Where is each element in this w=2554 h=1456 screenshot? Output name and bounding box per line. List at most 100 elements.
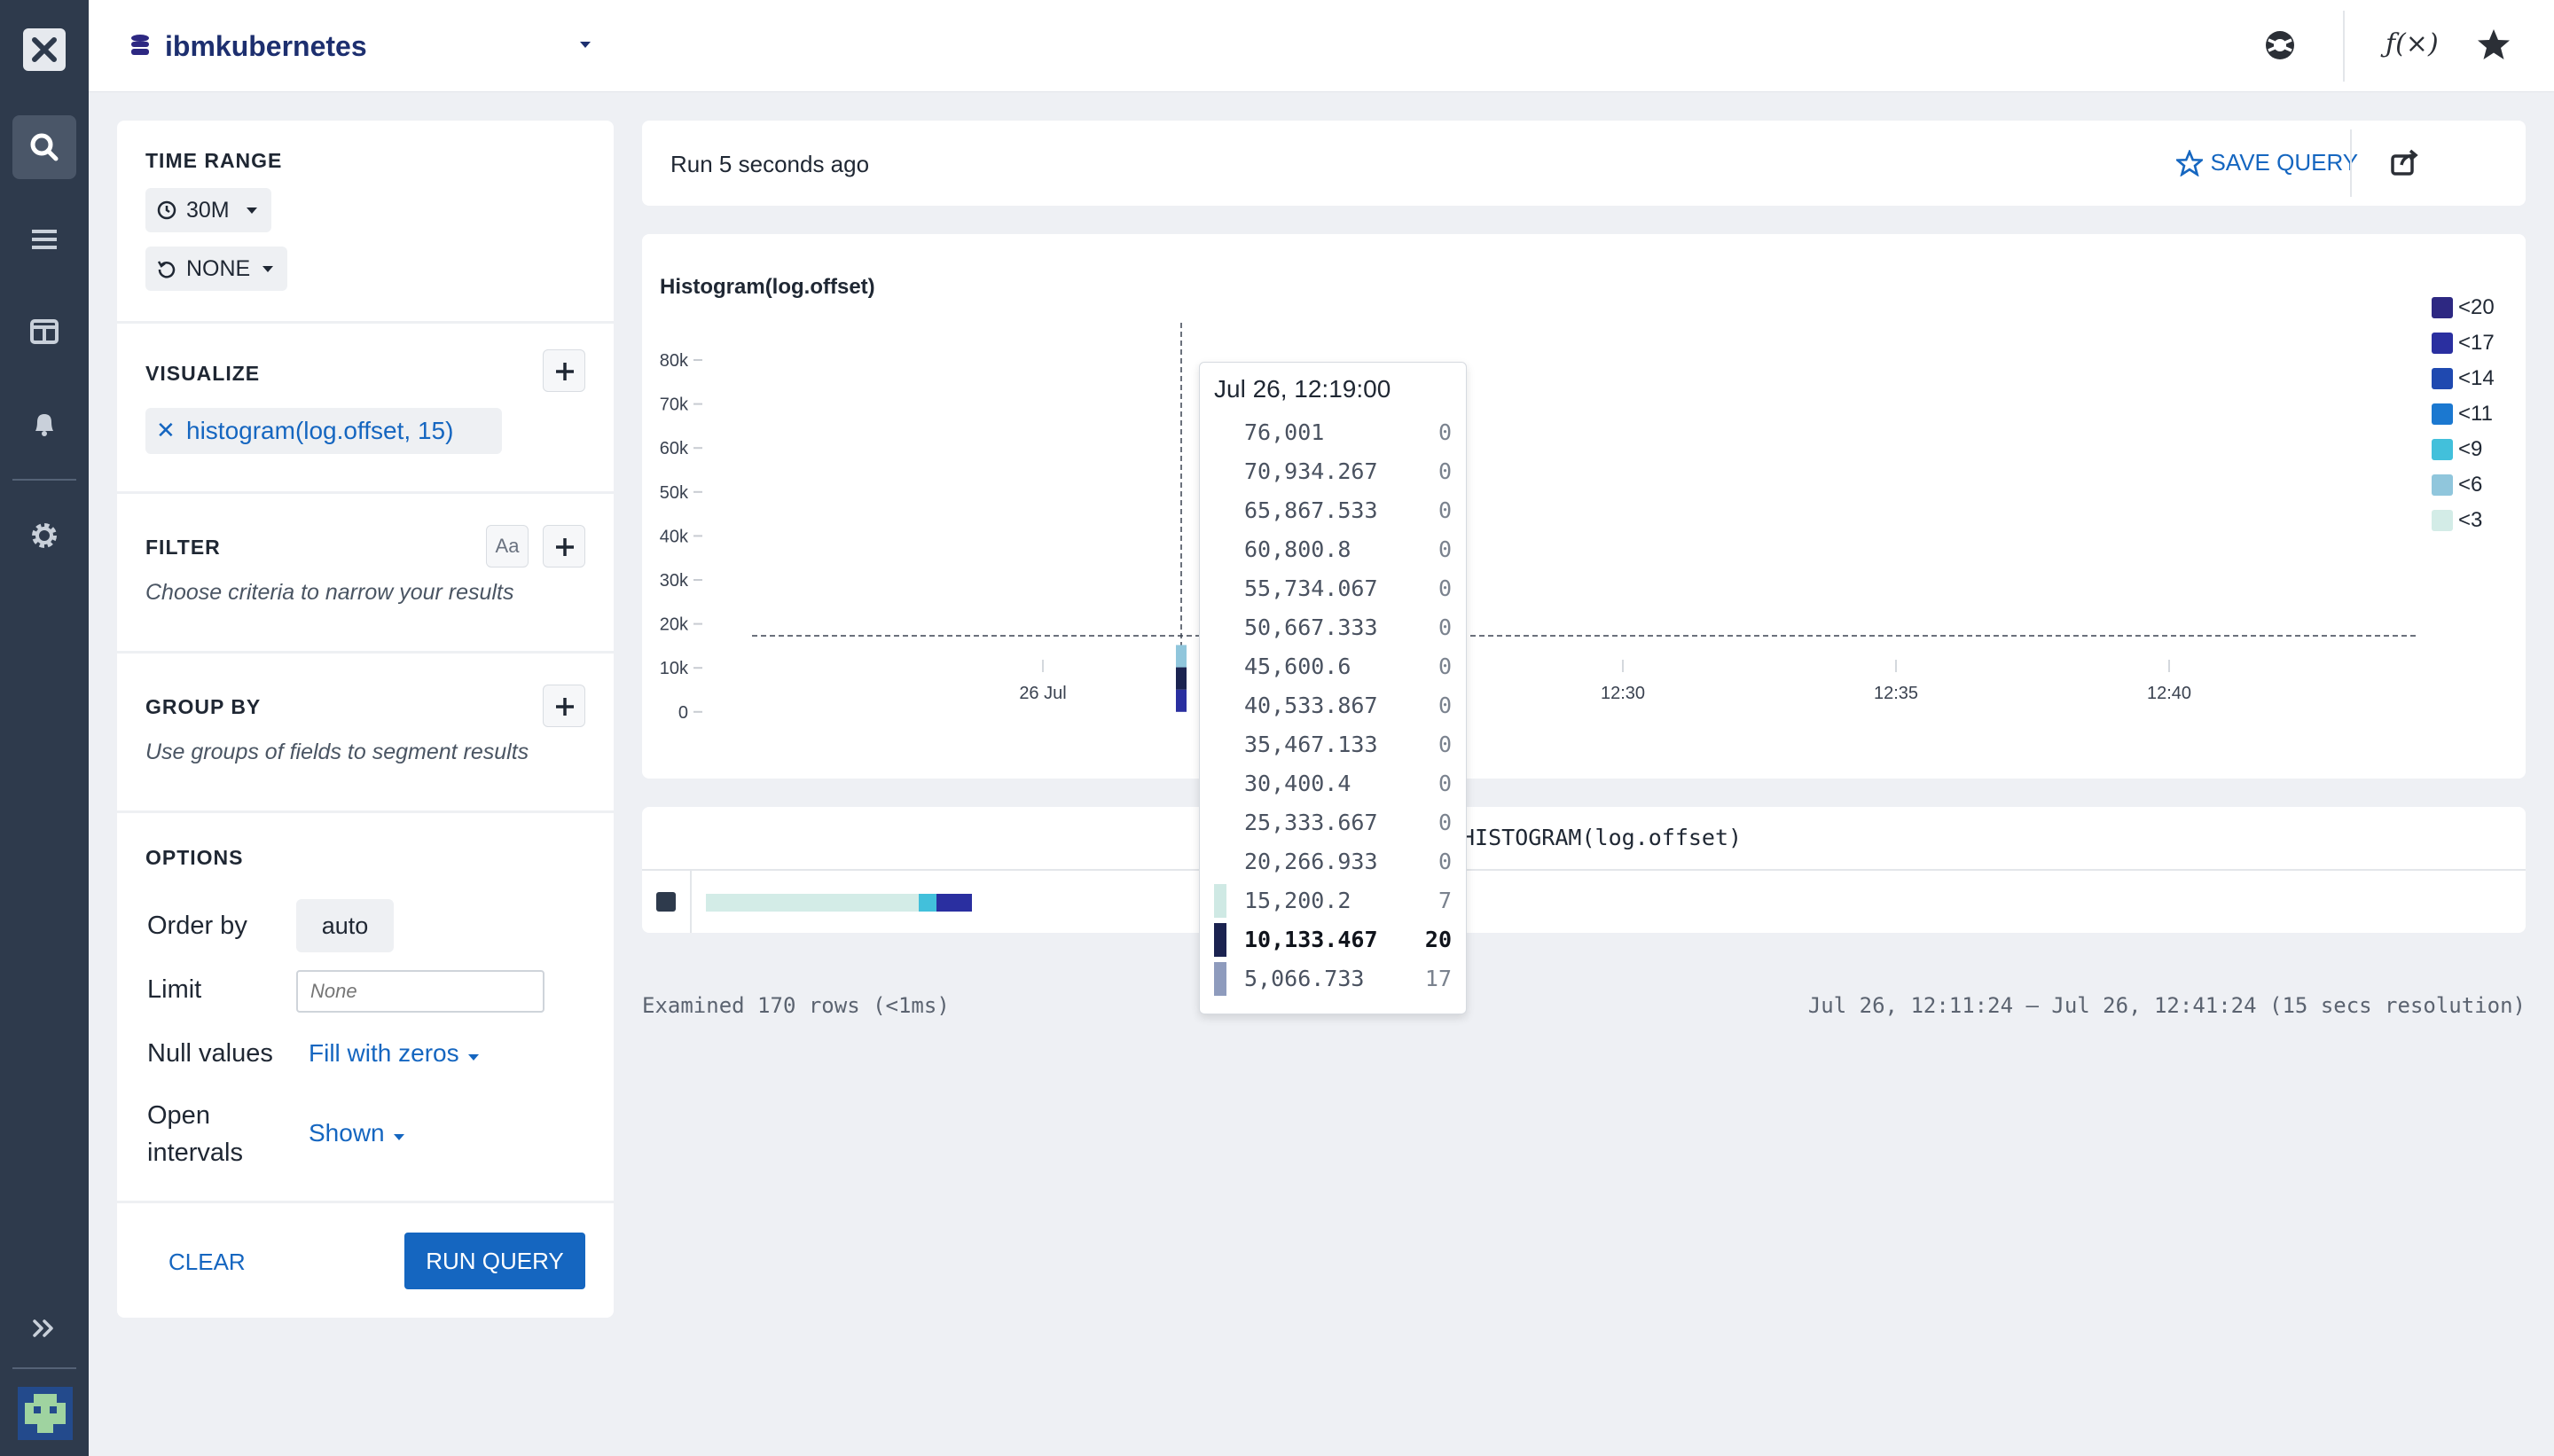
legend-item[interactable]: <14 [2432, 365, 2495, 392]
add-group-by-button[interactable] [543, 685, 585, 727]
legend-item[interactable]: <17 [2432, 330, 2495, 356]
save-query-button[interactable]: SAVE QUERY [2174, 148, 2358, 177]
history-small-icon [157, 261, 176, 278]
time-range-title: TIME RANGE [145, 149, 283, 172]
tooltip-row-value: 35,467.133 [1244, 732, 1378, 757]
time-range-value: 30M [186, 198, 230, 223]
legend-item[interactable]: <3 [2432, 507, 2482, 534]
open-intervals-select[interactable]: Shown [309, 1119, 406, 1147]
rail-divider [12, 479, 76, 481]
dataset-dropdown-icon[interactable] [578, 39, 592, 55]
legend-swatch [2432, 510, 2453, 531]
tooltip-row-value: 45,600.6 [1244, 654, 1351, 679]
legend-label: <17 [2458, 331, 2495, 355]
legend-label: <9 [2458, 437, 2483, 461]
bell-icon[interactable] [27, 406, 62, 442]
filter-hint: Choose criteria to narrow your results [145, 580, 514, 605]
list-icon[interactable] [27, 222, 62, 257]
tooltip-row-value: 40,533.867 [1244, 693, 1378, 718]
logo-close-icon[interactable] [23, 28, 66, 71]
table-column-divider [690, 871, 692, 933]
visualize-title: VISUALIZE [145, 362, 261, 385]
divider [117, 321, 614, 324]
tooltip-row-value: 20,266.933 [1244, 849, 1378, 874]
tooltip-row: 20,266.933 0 [1200, 845, 1468, 884]
tooltip-row: 70,934.267 0 [1200, 455, 1468, 494]
heatmap-cell [1176, 667, 1187, 690]
null-values-value: Fill with zeros [309, 1039, 459, 1067]
time-range-select[interactable]: 30M [145, 188, 271, 232]
legend-swatch [2432, 403, 2453, 425]
null-values-select[interactable]: Fill with zeros [309, 1039, 481, 1068]
tooltip-title: Jul 26, 12:19:00 [1214, 375, 1391, 403]
clock-icon [157, 200, 176, 220]
tooltip-row-value: 60,800.8 [1244, 536, 1351, 562]
visualize-chip[interactable]: ✕ histogram(log.offset, 15) [145, 408, 502, 454]
legend-item[interactable]: <11 [2432, 401, 2493, 427]
tooltip-row: 15,200.2 7 [1200, 884, 1468, 923]
x-tick-label: 12:30 [1601, 684, 1645, 703]
divider [117, 651, 614, 654]
legend-swatch [2432, 368, 2453, 389]
tooltip-row-value: 15,200.2 [1244, 888, 1351, 913]
tooltip-row-count: 0 [1438, 419, 1452, 445]
legend-item[interactable]: <9 [2432, 436, 2482, 463]
histogram-chart[interactable]: 80k70k60k50k40k30k20k10k026 Jul12:2512:3… [642, 234, 2526, 779]
tooltip-row: 65,867.533 0 [1200, 494, 1468, 533]
tooltip-row: 76,001 0 [1200, 416, 1468, 455]
share-icon[interactable] [2389, 147, 2419, 182]
tooltip-row: 60,800.8 0 [1200, 533, 1468, 572]
legend-item[interactable]: <6 [2432, 472, 2482, 498]
gear-icon[interactable] [27, 518, 62, 553]
order-by-select[interactable]: auto [296, 899, 394, 952]
legend-item[interactable]: <20 [2432, 294, 2495, 321]
tooltip-row-value: 30,400.4 [1244, 771, 1351, 796]
y-tick-label: 0 [678, 703, 688, 723]
add-visualize-button[interactable] [543, 349, 585, 392]
y-tick-label: 70k [660, 395, 689, 415]
legend-label: <14 [2458, 366, 2495, 390]
legend-swatch [2432, 439, 2453, 460]
clear-button[interactable]: CLEAR [168, 1249, 246, 1276]
tooltip-row-value: 50,667.333 [1244, 614, 1378, 640]
group-by-title: GROUP BY [145, 695, 262, 718]
null-values-label: Null values [147, 1039, 273, 1068]
tooltip-row-count: 20 [1424, 927, 1452, 952]
star-icon[interactable] [2476, 27, 2511, 67]
divider [117, 1201, 614, 1203]
expand-icon[interactable] [27, 1311, 62, 1346]
tooltip-row-count: 0 [1438, 771, 1452, 796]
function-icon[interactable]: ƒ(×) [2386, 28, 2439, 59]
avatar[interactable] [18, 1387, 73, 1440]
remove-visualize-icon[interactable]: ✕ [156, 417, 176, 444]
limit-input[interactable] [296, 970, 544, 1013]
tooltip-row-count: 17 [1424, 966, 1452, 991]
search-icon[interactable] [27, 129, 62, 165]
chevron-down-icon [468, 1053, 480, 1061]
run-status: Run 5 seconds ago [670, 151, 870, 177]
heatmap-cell [1176, 689, 1187, 712]
tooltip-row-swatch [1214, 962, 1226, 996]
board-icon[interactable] [27, 314, 62, 349]
tooltip-row: 5,066.733 17 [1200, 962, 1468, 1001]
add-filter-button[interactable] [543, 525, 585, 568]
dataset-name[interactable]: ibmkubernetes [165, 30, 367, 63]
x-tick-label: 12:40 [2147, 684, 2191, 703]
order-by-label: Order by [147, 912, 247, 940]
run-query-button[interactable]: RUN QUERY [404, 1233, 585, 1289]
x-tick-label: 26 Jul [1019, 684, 1066, 703]
compare-select[interactable]: NONE [145, 247, 287, 291]
case-toggle-button[interactable]: Aa [486, 525, 529, 568]
tooltip-row: 30,400.4 0 [1200, 767, 1468, 806]
open-intervals-value: Shown [309, 1119, 385, 1147]
compare-value: NONE [186, 256, 251, 281]
tooltip-row-value: 65,867.533 [1244, 497, 1378, 523]
y-tick-label: 30k [660, 571, 689, 591]
help-icon[interactable] [2263, 28, 2297, 67]
legend-swatch [2432, 474, 2453, 496]
tooltip-row-count: 0 [1438, 810, 1452, 835]
results-table: HISTOGRAM(log.offset) [642, 807, 2526, 933]
left-rail [0, 0, 89, 1456]
visualize-expression[interactable]: histogram(log.offset, 15) [186, 417, 453, 445]
query-builder: TIME RANGE 30M NONE VISUALIZE ✕ histogra… [117, 121, 614, 1318]
